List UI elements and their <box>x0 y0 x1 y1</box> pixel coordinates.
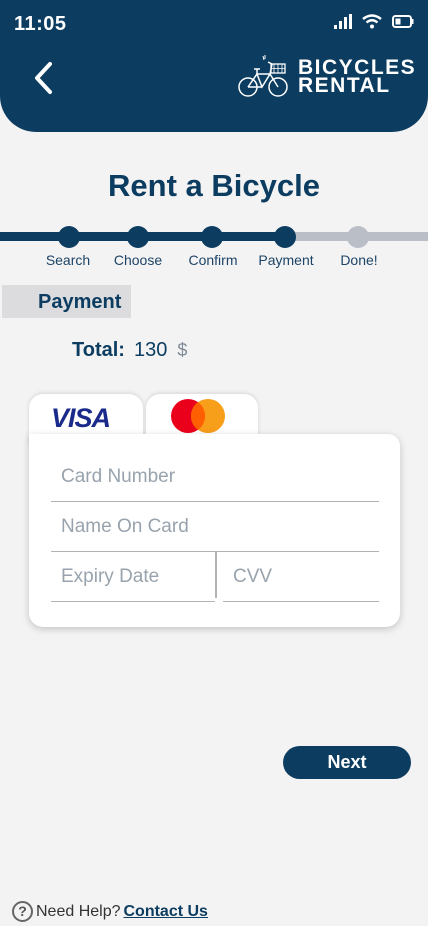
card-number-input[interactable] <box>51 452 379 501</box>
name-on-card-field <box>51 502 379 552</box>
wifi-icon <box>362 14 382 29</box>
help-text: Need Help? <box>36 902 121 920</box>
step-dot-search <box>58 226 80 248</box>
status-icons <box>334 14 414 29</box>
chevron-left-icon <box>35 62 52 94</box>
section-title: Payment <box>38 291 122 313</box>
expiry-date-field <box>51 552 215 602</box>
expiry-date-input[interactable] <box>51 552 215 601</box>
page-title: Rent a Bicycle <box>108 168 320 203</box>
contact-us-link[interactable]: Contact Us <box>124 903 208 921</box>
brand-name-line2: RENTAL <box>298 74 391 97</box>
card-details-form <box>29 434 400 627</box>
battery-icon <box>392 15 414 28</box>
step-dot-choose <box>127 226 149 248</box>
total-amount: Total: 130 $ <box>72 339 187 362</box>
brand-name: BICYCLES RENTAL <box>298 57 416 97</box>
section-header: Payment <box>2 285 131 318</box>
signal-icon <box>334 14 352 29</box>
step-dot-done <box>347 226 369 248</box>
cvv-input[interactable] <box>223 552 379 601</box>
back-button[interactable] <box>26 56 66 100</box>
help-footer: ? Need Help? Contact Us <box>12 901 208 922</box>
step-label-search: Search <box>45 252 91 268</box>
field-divider <box>215 552 217 598</box>
question-circle-icon: ? <box>12 901 33 922</box>
total-currency: $ <box>177 340 188 360</box>
brand-logo: BICYCLES RENTAL <box>238 54 416 100</box>
step-label-confirm: Confirm <box>188 252 238 268</box>
step-dot-confirm <box>201 226 223 248</box>
card-number-field <box>51 452 379 502</box>
app-header: 11:05 BICYCLES RENTAL <box>0 0 428 132</box>
total-value: 130 <box>133 339 168 361</box>
total-label: Total: <box>72 339 125 361</box>
name-on-card-input[interactable] <box>51 502 379 551</box>
step-dot-payment <box>274 226 296 248</box>
step-label-done: Done! <box>340 252 378 268</box>
step-label-choose: Choose <box>113 252 163 268</box>
visa-logo: VISA <box>51 403 111 433</box>
step-label-payment: Payment <box>258 252 314 268</box>
cvv-field <box>223 552 379 602</box>
next-button[interactable]: Next <box>283 746 411 779</box>
status-time: 11:05 <box>14 13 67 35</box>
bicycle-icon <box>238 55 288 97</box>
